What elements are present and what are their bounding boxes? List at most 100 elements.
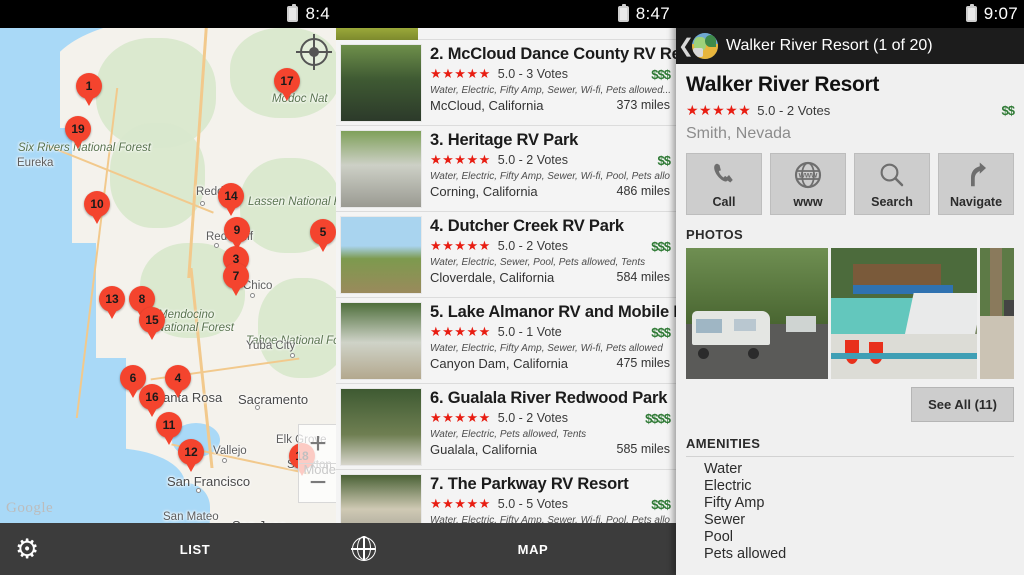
svg-text:www: www: [798, 170, 818, 179]
map-pin-10[interactable]: 10: [84, 191, 110, 224]
map-label: Eureka: [17, 157, 54, 169]
list-item-votes: 5.0 - 5 Votes: [497, 497, 568, 511]
detail-panel[interactable]: 9:07 ❮ Walker River Resort (1 of 20) Wal…: [676, 0, 1024, 575]
detail-body[interactable]: Walker River Resort ★★★★★ 5.0 - 2 Votes …: [676, 64, 1024, 575]
navigate-button[interactable]: Navigate: [938, 153, 1014, 215]
star-rating-icon: ★★★★★: [430, 324, 491, 339]
map-pin-19[interactable]: 19: [65, 116, 91, 149]
list-item-title: 3. Heritage RV Park: [430, 131, 579, 149]
star-rating-icon: ★★★★★: [430, 238, 491, 253]
list-item-price: $$$: [651, 238, 671, 254]
call-button[interactable]: Call: [686, 153, 762, 215]
amenity-item: Pets allowed: [704, 546, 787, 562]
photo-thumbnail[interactable]: [686, 248, 828, 379]
phone-icon: [709, 154, 739, 195]
list-item-price: $$: [657, 152, 672, 168]
status-time-right: 9:07: [983, 4, 1018, 23]
list-item-price: $$$: [651, 496, 671, 512]
map-pin-16[interactable]: 16: [139, 384, 165, 417]
bottom-navigation-bar[interactable]: LIST MAP: [0, 523, 676, 575]
list-item-thumbnail: [340, 216, 422, 294]
list-item-distance: 373 miles: [616, 98, 671, 112]
see-all-button[interactable]: See All (11): [911, 387, 1014, 422]
map-city-dot: [214, 243, 219, 248]
action-label: Search: [871, 195, 913, 209]
map-label: San Francisco: [167, 474, 251, 489]
navigate-arrow-icon: [961, 154, 991, 195]
list-item-title: 6. Gualala River Redwood Park: [430, 389, 668, 407]
list-tab[interactable]: LIST: [0, 523, 338, 575]
app-logo-icon[interactable]: [692, 33, 718, 59]
list-item-votes: 5.0 - 3 Votes: [497, 67, 568, 81]
map-canvas[interactable]: Modoc Nat Six Rivers National Forest Eurek…: [0, 28, 336, 523]
list-item-price: $$$$: [645, 410, 671, 426]
list-item[interactable]: 6. Gualala River Redwood Park ★★★★★ 5.0 - …: [336, 384, 676, 470]
list-item[interactable]: [336, 28, 676, 40]
photo-strip[interactable]: [686, 248, 1014, 379]
votes-label: 5.0 - 2 Votes: [757, 103, 831, 118]
list-item-distance: 486 miles: [616, 184, 671, 198]
action-button-row[interactable]: Call www www Search Navigate: [686, 153, 1014, 215]
list-panel[interactable]: 8:47 2. McCloud Dance County RV Resort ★★…: [336, 0, 676, 575]
my-location-icon[interactable]: [296, 34, 332, 70]
map-label: San Mateo: [163, 511, 219, 523]
map-pin-4[interactable]: 4: [165, 365, 191, 398]
map-pin-17[interactable]: 17: [274, 68, 300, 101]
list-item-distance: 584 miles: [616, 270, 671, 284]
list-item[interactable]: 5. Lake Almanor RV and Mobile Park ★★★★★ 5…: [336, 298, 676, 384]
status-bar-left: 8:4: [0, 0, 336, 28]
list-item-thumbnail: [340, 130, 422, 208]
map-pin-9[interactable]: 9: [224, 217, 250, 250]
list-item[interactable]: 3. Heritage RV Park ★★★★★ 5.0 - 2 Votes $$ W…: [336, 126, 676, 212]
map-city-dot: [196, 488, 201, 493]
map-tab[interactable]: MAP: [338, 523, 676, 575]
photo-thumbnail[interactable]: [980, 248, 1014, 379]
list-tab-label[interactable]: LIST: [52, 542, 338, 557]
rating-row: ★★★★★ 5.0 - 2 Votes $$: [686, 102, 1016, 119]
results-list[interactable]: 2. McCloud Dance County RV Resort★★★★★5.…: [336, 28, 676, 523]
map-pin-5[interactable]: 5: [310, 219, 336, 252]
list-item[interactable]: 7. The Parkway RV Resort ★★★★★ 5.0 - 5 Vot…: [336, 470, 676, 523]
photos-header: PHOTOS: [686, 227, 744, 242]
status-time-left: 8:4: [305, 4, 330, 23]
www-button[interactable]: www www: [770, 153, 846, 215]
price-badge: $$: [1001, 103, 1016, 118]
map-pin-1[interactable]: 1: [76, 73, 102, 106]
map-ocean: [0, 243, 96, 373]
zoom-in-button[interactable]: +: [299, 425, 336, 463]
app-bar-title: Walker River Resort (1 of 20): [726, 37, 933, 54]
back-chevron-icon[interactable]: ❮: [678, 35, 694, 58]
globe-www-icon: www: [792, 154, 824, 195]
list-item-city: Gualala, California: [430, 442, 537, 457]
star-rating-icon: ★★★★★: [430, 496, 491, 511]
list-item-votes: 5.0 - 2 Votes: [497, 153, 568, 167]
battery-icon: [617, 4, 629, 22]
map-panel[interactable]: 8:4 Modoc Nat Six Rivers National Forest…: [0, 0, 336, 575]
map-pin-12[interactable]: 12: [178, 439, 204, 472]
star-rating-icon: ★★★★★: [430, 66, 491, 81]
amenity-item: Sewer: [704, 512, 746, 528]
map-label: Six Rivers National Forest: [18, 142, 151, 154]
map-label: anta Rosa: [163, 390, 223, 405]
google-logo: Google: [6, 500, 54, 516]
list-item-city: Cloverdale, California: [430, 270, 555, 285]
list-item[interactable]: 4. Dutcher Creek RV Park ★★★★★ 5.0 - 2 Vot…: [336, 212, 676, 298]
settings-gear-icon[interactable]: [0, 538, 52, 560]
list-item-votes: 5.0 - 2 Votes: [497, 411, 568, 425]
search-button[interactable]: Search: [854, 153, 930, 215]
map-mode-label[interactable]: Mode: [303, 462, 336, 477]
list-item-amenities: Water, Electric, Fifty Amp, Sewer, Wi-fi…: [430, 85, 670, 96]
map-pin-13[interactable]: 13: [99, 286, 125, 319]
list-item-thumbnail: [340, 388, 422, 466]
map-label: Modoc Nat: [272, 93, 328, 105]
globe-icon[interactable]: [338, 536, 390, 561]
map-tab-label[interactable]: MAP: [390, 542, 676, 557]
map-pin-11[interactable]: 11: [156, 412, 182, 445]
list-item-votes: 5.0 - 2 Votes: [497, 239, 568, 253]
amenity-item: Pool: [704, 529, 734, 545]
map-pin-14[interactable]: 14: [218, 183, 244, 216]
map-pin-15[interactable]: 15: [139, 307, 165, 340]
list-item[interactable]: 2. McCloud Dance County RV Resort ★★★★★ 5.…: [336, 40, 676, 126]
map-pin-7[interactable]: 7: [223, 263, 249, 296]
photo-thumbnail[interactable]: [831, 248, 977, 379]
